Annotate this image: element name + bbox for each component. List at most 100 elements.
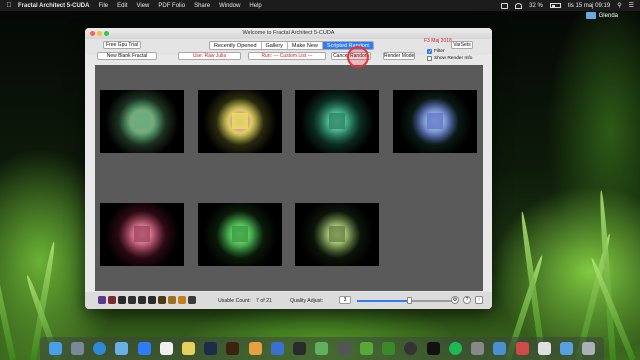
desktop-folder[interactable]: Glenda bbox=[585, 12, 618, 19]
wifi-icon[interactable] bbox=[515, 2, 523, 9]
list-icon[interactable]: ☰ bbox=[629, 2, 634, 9]
free-gpu-trial-button[interactable]: Free Gpu Trial bbox=[103, 41, 141, 49]
tab-gallery[interactable]: Gallery bbox=[262, 42, 288, 49]
fractal-thumbnail[interactable] bbox=[100, 203, 184, 266]
terminal-icon[interactable] bbox=[426, 342, 440, 355]
finder-icon[interactable] bbox=[48, 342, 62, 355]
quality-adjust-label: Quality Adjust: bbox=[290, 297, 324, 304]
fractal-thumbnail[interactable] bbox=[100, 90, 184, 153]
filter-checkbox[interactable]: ✓ bbox=[427, 49, 432, 55]
app-icon[interactable] bbox=[537, 342, 551, 355]
menu-app-name[interactable]: Fractal Architect 5-CUDA bbox=[18, 3, 89, 9]
new-blank-fractal-button[interactable]: New Blank Fractal bbox=[97, 52, 157, 60]
status-icon[interactable] bbox=[501, 2, 509, 9]
gallery-icon[interactable] bbox=[108, 296, 116, 304]
welcome-window: Welcome to Fractal Architect 5-CUDA Free… bbox=[85, 28, 492, 309]
menu-edit[interactable]: Edit bbox=[117, 3, 127, 9]
show-render-info-row[interactable]: Show Render Info bbox=[427, 56, 472, 61]
bridge-icon[interactable] bbox=[226, 342, 240, 355]
tab-recently-opened[interactable]: Recently Opened bbox=[210, 42, 262, 49]
quality-slider-fill bbox=[357, 300, 410, 302]
folder-icon bbox=[585, 12, 596, 19]
quality-slider[interactable] bbox=[357, 297, 453, 304]
notes-icon[interactable] bbox=[182, 342, 196, 355]
safari-icon[interactable] bbox=[93, 342, 107, 355]
fractal-core bbox=[134, 113, 150, 129]
run-custom-list-button[interactable]: Run: --- Custom List --- bbox=[248, 52, 326, 60]
show-render-info-checkbox[interactable] bbox=[427, 56, 432, 61]
sun-icon[interactable] bbox=[178, 296, 186, 304]
search-icon[interactable]: ⚲ bbox=[617, 2, 621, 9]
share-icon[interactable]: ↑ bbox=[475, 296, 483, 304]
minimize-button[interactable] bbox=[97, 31, 102, 36]
settings-gear-icon[interactable]: ⚙ bbox=[451, 296, 459, 304]
app-icon[interactable] bbox=[515, 342, 529, 355]
filter-label: Filter bbox=[434, 49, 445, 54]
render-mode-button[interactable]: Render Mode bbox=[383, 52, 415, 60]
fractal-core bbox=[232, 113, 248, 129]
spotify-icon[interactable] bbox=[448, 342, 462, 355]
menu-pdf-folio[interactable]: PDF Folio bbox=[158, 3, 185, 9]
fractal-thumbnail[interactable] bbox=[295, 90, 379, 153]
action-toolbar: New Blank Fractal Use: Raw Julia Run: --… bbox=[85, 49, 492, 65]
info-icon[interactable] bbox=[148, 296, 156, 304]
davinci-icon[interactable] bbox=[293, 342, 307, 355]
downloads-icon[interactable] bbox=[560, 342, 573, 355]
menu-window[interactable]: Window bbox=[219, 3, 240, 9]
tab-make-new[interactable]: Make New bbox=[288, 42, 323, 49]
eye-icon[interactable] bbox=[138, 296, 146, 304]
info-app-icon[interactable] bbox=[270, 342, 284, 355]
app-store-icon[interactable] bbox=[137, 342, 151, 355]
window-title: Welcome to Fractal Architect 5-CUDA bbox=[242, 30, 335, 36]
edit-icon[interactable] bbox=[128, 296, 136, 304]
menu-share[interactable]: Share bbox=[194, 3, 210, 9]
quality-slider-knob[interactable] bbox=[407, 297, 413, 304]
fractal-core bbox=[134, 226, 150, 242]
battery-percent: 32 % bbox=[529, 2, 543, 9]
close-button[interactable] bbox=[90, 31, 95, 36]
menu-file[interactable]: File bbox=[98, 3, 108, 9]
grid-icon[interactable] bbox=[118, 296, 126, 304]
quicktime-icon[interactable] bbox=[404, 342, 418, 355]
bottom-bar: Usable Count: 7 of 21 Quality Adjust: 3 … bbox=[85, 292, 492, 309]
apple-menu-icon[interactable]:  bbox=[0, 2, 18, 9]
zoom-button[interactable] bbox=[104, 31, 109, 36]
fractal-core bbox=[232, 226, 248, 242]
maps-icon[interactable] bbox=[315, 342, 329, 355]
fractal-thumbnail[interactable] bbox=[393, 90, 477, 153]
fractal-icon[interactable] bbox=[98, 296, 106, 304]
menu-view[interactable]: View bbox=[136, 3, 149, 9]
photos-icon[interactable] bbox=[248, 342, 262, 355]
system-preferences-icon[interactable] bbox=[471, 342, 485, 355]
usable-count-value: 7 of 21 bbox=[256, 297, 272, 304]
help-button[interactable]: ? bbox=[463, 296, 471, 304]
battery-icon[interactable] bbox=[549, 3, 561, 8]
filter-checkbox-row[interactable]: ✓ Filter bbox=[427, 49, 445, 55]
varsets-button[interactable]: VarSets bbox=[451, 41, 473, 49]
app-icon[interactable] bbox=[493, 342, 507, 355]
calendar-icon[interactable] bbox=[159, 342, 173, 355]
use-raw-julia-button[interactable]: Use: Raw Julia bbox=[178, 52, 241, 60]
tab-scripted-random[interactable]: Scripted Random bbox=[322, 42, 374, 49]
photoshop-icon[interactable] bbox=[204, 342, 218, 355]
fractal-app-icon[interactable] bbox=[359, 342, 373, 355]
green-app-icon[interactable] bbox=[382, 342, 396, 355]
fractal-thumbnail[interactable] bbox=[295, 203, 379, 266]
clock[interactable]: tis 15 maj 09:19 bbox=[568, 3, 610, 9]
quality-adjust-stepper[interactable]: 3 bbox=[339, 296, 351, 304]
gear-icon[interactable] bbox=[188, 296, 196, 304]
fractal-gallery bbox=[95, 65, 483, 291]
launchpad-icon[interactable] bbox=[70, 342, 84, 355]
gpu-icon[interactable] bbox=[337, 342, 351, 355]
fractal-thumbnail[interactable] bbox=[198, 90, 282, 153]
mail-icon[interactable] bbox=[115, 342, 129, 355]
trash-icon[interactable] bbox=[582, 342, 596, 355]
palette-icon[interactable] bbox=[158, 296, 166, 304]
fractal-core bbox=[329, 226, 345, 242]
fractal-thumbnail[interactable] bbox=[198, 203, 282, 266]
show-render-info-label: Show Render Info bbox=[434, 56, 473, 61]
grass-blade bbox=[0, 212, 16, 360]
star-icon[interactable] bbox=[168, 296, 176, 304]
menu-help[interactable]: Help bbox=[249, 3, 261, 9]
dock bbox=[40, 337, 604, 360]
